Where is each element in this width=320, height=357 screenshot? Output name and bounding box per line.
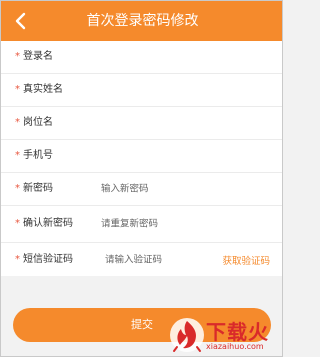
field-label: 短信验证码	[23, 253, 73, 265]
watermark-logo-icon	[170, 318, 204, 352]
new-password-input[interactable]	[101, 183, 211, 195]
required-mark: *	[15, 84, 20, 95]
field-label: 手机号	[23, 150, 53, 161]
field-real-name: * 真实姓名	[1, 74, 282, 107]
field-login-name: * 登录名	[1, 41, 282, 74]
watermark-brand: 下载火	[206, 320, 269, 344]
get-code-button[interactable]: 获取验证码	[222, 253, 270, 267]
watermark: 下载火 xiazaihuo.com	[168, 314, 282, 356]
field-position: * 岗位名	[1, 107, 282, 140]
field-new-password: * 新密码	[1, 173, 282, 206]
confirm-password-input[interactable]	[101, 218, 211, 230]
field-label: 真实姓名	[23, 84, 63, 95]
required-mark: *	[15, 218, 20, 229]
field-confirm-password: * 确认新密码	[1, 206, 282, 243]
watermark-url: xiazaihuo.com	[206, 342, 264, 351]
login-name-input[interactable]	[101, 51, 211, 63]
sms-code-input[interactable]	[105, 254, 205, 265]
field-label: 登录名	[23, 51, 53, 62]
field-label: 确认新密码	[23, 218, 73, 229]
real-name-input[interactable]	[101, 84, 211, 96]
page-title: 首次登录密码修改	[86, 13, 199, 29]
position-input[interactable]	[101, 117, 211, 129]
field-label: 新密码	[23, 183, 53, 194]
top-bar: 首次登录密码修改	[1, 1, 282, 41]
required-mark: *	[15, 51, 20, 62]
field-sms-code: * 短信验证码 获取验证码	[1, 243, 282, 276]
required-mark: *	[15, 150, 20, 161]
field-label: 岗位名	[23, 117, 53, 128]
password-form: * 登录名 * 真实姓名 * 岗位名 * 手机号 * 新密码 * 确认新密码 *…	[1, 41, 282, 276]
required-mark: *	[15, 253, 20, 265]
phone-input[interactable]	[101, 150, 211, 162]
field-phone: * 手机号	[1, 140, 282, 173]
app-screen: 首次登录密码修改 * 登录名 * 真实姓名 * 岗位名 * 手机号 * 新密码	[0, 0, 283, 357]
required-mark: *	[15, 117, 20, 128]
required-mark: *	[15, 183, 20, 194]
